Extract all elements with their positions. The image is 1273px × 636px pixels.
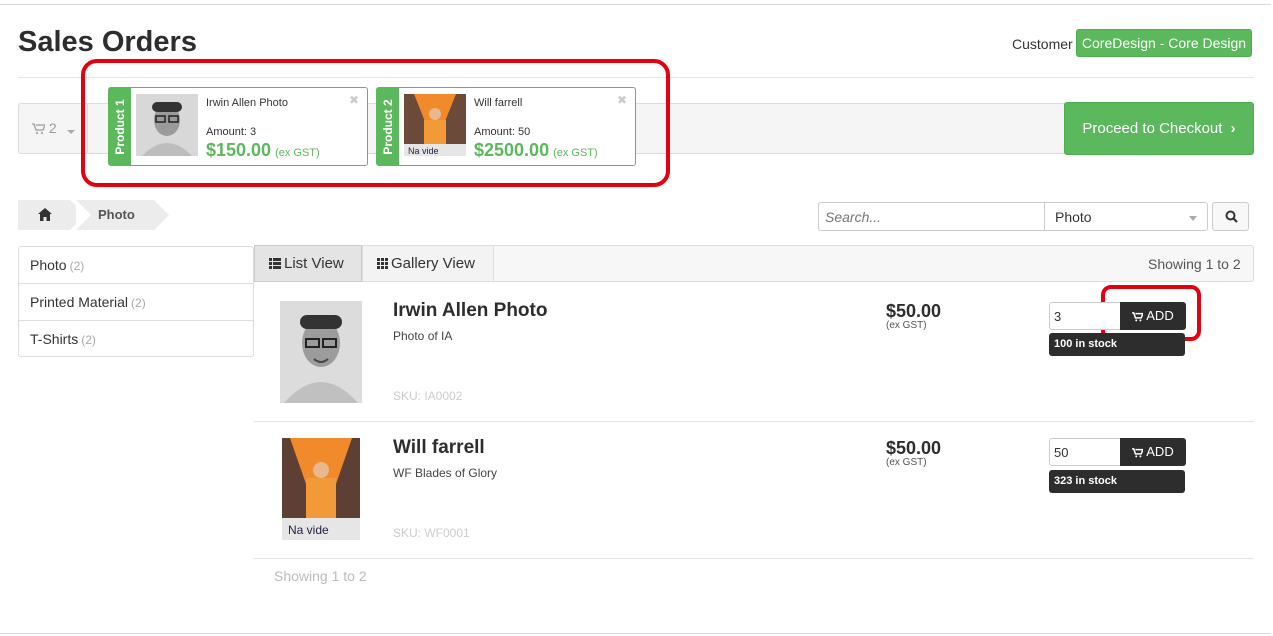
customer-select-button[interactable]: CoreDesign - Core Design (1076, 29, 1252, 57)
sidebar-item-photo[interactable]: Photo (2) (19, 247, 253, 284)
highlight-annotation (81, 59, 670, 187)
tab-gallery-view[interactable]: Gallery View (362, 245, 494, 282)
svg-text:Na vide: Na vide (288, 523, 329, 537)
chevron-right-icon: › (1230, 120, 1236, 137)
cart-icon (1132, 448, 1145, 458)
checkout-button[interactable]: Proceed to Checkout › (1064, 102, 1254, 155)
tab-list-view[interactable]: List View (254, 245, 362, 282)
breadcrumb-current[interactable]: Photo (76, 200, 169, 230)
cart-dropdown-button[interactable]: 2 (18, 103, 88, 154)
home-icon (38, 208, 52, 221)
product-price: $50.00 (886, 438, 942, 458)
page-title: Sales Orders (18, 26, 197, 58)
product-name[interactable]: Irwin Allen Photo (393, 300, 547, 322)
product-image (280, 301, 362, 403)
product-price: $50.00 (886, 301, 942, 321)
product-sku: SKU: WF0001 (393, 526, 470, 540)
grid-icon (377, 258, 388, 269)
search-button[interactable] (1212, 202, 1249, 231)
product-description: Photo of IA (393, 329, 453, 343)
cart-count: 2 (48, 120, 57, 136)
product-tax-note: (ex GST) (886, 320, 927, 331)
showing-count: Showing 1 to 2 (1148, 256, 1241, 272)
stock-badge: 323 in stock (1049, 470, 1185, 493)
add-to-cart-button[interactable]: ADD (1120, 438, 1186, 466)
stock-badge: 100 in stock (1049, 333, 1185, 356)
product-tax-note: (ex GST) (886, 457, 927, 468)
caret-down-icon (66, 130, 75, 134)
breadcrumb-home[interactable] (18, 200, 85, 230)
quantity-input[interactable] (1049, 438, 1121, 466)
showing-count-footer: Showing 1 to 2 (274, 568, 367, 584)
search-input[interactable] (818, 202, 1046, 231)
sidebar-item-printed-material[interactable]: Printed Material (2) (19, 284, 253, 321)
quantity-input[interactable] (1049, 302, 1121, 330)
product-image: Na vide (282, 438, 360, 540)
cart-icon (32, 123, 47, 135)
product-sku: SKU: IA0002 (393, 389, 463, 403)
category-select[interactable]: Photo (1044, 202, 1208, 231)
add-to-cart-button[interactable]: ADD (1120, 302, 1186, 330)
caret-down-icon (1189, 216, 1197, 221)
list-icon (269, 258, 281, 269)
product-description: WF Blades of Glory (393, 466, 498, 480)
category-sidebar: Photo (2) Printed Material (2) T-Shirts (2) (18, 246, 254, 357)
cart-icon (1132, 312, 1145, 322)
customer-label: Customer (1012, 36, 1073, 52)
sidebar-item-t-shirts[interactable]: T-Shirts (2) (19, 321, 253, 358)
product-name[interactable]: Will farrell (393, 437, 485, 459)
search-icon (1225, 210, 1238, 223)
product-row: Na vide Will farrell WF Blades of Glory … (254, 422, 1254, 559)
product-row: Irwin Allen Photo Photo of IA SKU: IA000… (254, 283, 1254, 422)
